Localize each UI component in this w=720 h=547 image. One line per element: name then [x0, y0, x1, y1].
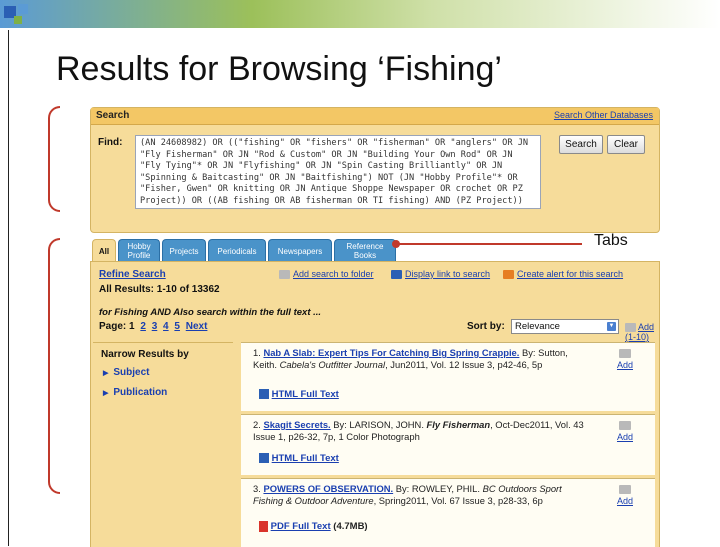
tab-newspapers[interactable]: Newspapers — [268, 239, 332, 262]
tab-reference-books[interactable]: Reference Books — [334, 239, 396, 262]
folder-icon — [619, 485, 631, 494]
result-title-link[interactable]: Nab A Slab: Expert Tips For Catching Big… — [263, 347, 519, 358]
result-number: 3. — [253, 483, 261, 494]
sort-by-label: Sort by: — [467, 321, 505, 332]
display-link-search-link[interactable]: Display link to search — [405, 269, 490, 279]
result-title-link[interactable]: POWERS OF OBSERVATION. — [263, 483, 393, 494]
page-link[interactable]: 4 — [163, 321, 169, 332]
full-text[interactable]: PDF Full Text (4.7MB) — [259, 521, 368, 532]
folder-icon — [279, 269, 290, 279]
result-details: , Jun2011, Vol. 12 Issue 3, p42-46, 5p — [385, 359, 543, 370]
slide-title: Results for Browsing ‘Fishing’ — [56, 50, 502, 88]
result-item: 2. Skagit Secrets. By: LARISON, JOHN. Fl… — [241, 414, 655, 475]
slide-accent-square — [18, 4, 28, 14]
add-link[interactable]: Add — [617, 496, 633, 506]
full-text-link[interactable]: PDF Full Text — [271, 521, 331, 532]
add-range[interactable]: Add (1-10) — [625, 322, 659, 342]
chevron-down-icon: ▼ — [607, 322, 616, 331]
slide-accent-square — [14, 16, 22, 24]
find-label: Find: — [98, 137, 123, 148]
add-search-folder[interactable]: Add search to folder — [279, 269, 374, 279]
search-bracket — [48, 106, 60, 212]
search-panel: Search Search Other Databases Find: (AN … — [90, 107, 660, 233]
pagination: Page: 1 2 3 4 5 Next — [99, 321, 207, 332]
folder-icon — [625, 323, 636, 333]
result-item: 1. Nab A Slab: Expert Tips For Catching … — [241, 342, 655, 411]
full-text[interactable]: HTML Full Text — [259, 453, 339, 464]
slide-accent-bar — [0, 0, 720, 28]
alert-rss-icon — [503, 269, 514, 279]
page-link[interactable]: 2 — [140, 321, 146, 332]
results-panel: Refine Search All Results: 1-10 of 13362… — [90, 261, 660, 547]
result-author: By: LARISON, JOHN. — [330, 419, 427, 430]
callout-arrow-line — [396, 243, 582, 245]
narrow-results-panel: Narrow Results by Subject Publication — [93, 342, 233, 543]
sort-by-value: Relevance — [515, 321, 560, 332]
narrow-results-heading: Narrow Results by — [101, 349, 189, 360]
create-alert[interactable]: Create alert for this search — [503, 269, 623, 279]
tab-periodicals[interactable]: Periodicals — [208, 239, 266, 262]
results-count: All Results: 1-10 of 13362 — [99, 284, 220, 295]
html-icon — [259, 453, 269, 464]
folder-icon — [619, 349, 631, 358]
result-text: 3. POWERS OF OBSERVATION. By: ROWLEY, PH… — [253, 483, 591, 507]
search-panel-header: Search Search Other Databases — [91, 108, 659, 125]
add-search-folder-link[interactable]: Add search to folder — [293, 269, 374, 279]
clear-button[interactable]: Clear — [607, 135, 645, 154]
link-icon — [391, 269, 402, 279]
result-text: 1. Nab A Slab: Expert Tips For Catching … — [253, 347, 591, 371]
page-link[interactable]: 3 — [152, 321, 158, 332]
full-text-link[interactable]: HTML Full Text — [272, 453, 339, 464]
result-text: 2. Skagit Secrets. By: LARISON, JOHN. Fl… — [253, 419, 591, 443]
add-link[interactable]: Add — [617, 432, 633, 442]
result-source: Fly Fisherman — [426, 419, 491, 430]
search-for-line: for Fishing AND Also search within the f… — [99, 307, 322, 318]
refine-search-link[interactable]: Refine Search — [99, 269, 166, 280]
result-source: Cabela's Outfitter Journal — [279, 359, 386, 370]
tabs-bracket — [48, 238, 60, 494]
tab-hobby-profile[interactable]: Hobby Profile — [118, 239, 160, 262]
result-number: 2. — [253, 419, 261, 430]
result-item: 3. POWERS OF OBSERVATION. By: ROWLEY, PH… — [241, 478, 655, 547]
add-to-folder[interactable]: Add — [613, 421, 637, 442]
tab-projects[interactable]: Projects — [162, 239, 206, 262]
result-details: , Spring2011, Vol. 67 Issue 3, p28-33, 6… — [373, 495, 543, 506]
narrow-publication[interactable]: Publication — [103, 387, 167, 398]
next-page-link[interactable]: Next — [186, 321, 208, 332]
add-link[interactable]: Add — [617, 360, 633, 370]
display-link-search[interactable]: Display link to search — [391, 269, 490, 279]
add-to-folder[interactable]: Add — [613, 349, 637, 370]
result-number: 1. — [253, 347, 261, 358]
create-alert-link[interactable]: Create alert for this search — [517, 269, 623, 279]
page-label: Page: 1 — [99, 321, 135, 332]
result-author: By: ROWLEY, PHIL. — [393, 483, 483, 494]
add-to-folder[interactable]: Add — [613, 485, 637, 506]
result-title-link[interactable]: Skagit Secrets. — [263, 419, 330, 430]
folder-icon — [619, 421, 631, 430]
html-icon — [259, 389, 269, 400]
tabs-callout-label: Tabs — [594, 232, 628, 249]
search-header-label: Search — [96, 110, 130, 121]
tab-all[interactable]: All — [92, 239, 116, 263]
narrow-subject[interactable]: Subject — [103, 367, 149, 378]
search-button[interactable]: Search — [559, 135, 603, 154]
file-size: (4.7MB) — [333, 521, 368, 533]
sort-by-select[interactable]: Relevance ▼ — [511, 319, 619, 334]
search-query-textarea[interactable]: (AN 24608982) OR (("fishing" OR "fishers… — [135, 135, 541, 209]
pdf-icon — [259, 521, 268, 532]
full-text-link[interactable]: HTML Full Text — [272, 389, 339, 400]
page-link[interactable]: 5 — [174, 321, 180, 332]
search-other-databases-link[interactable]: Search Other Databases — [554, 110, 653, 120]
slide-divider — [8, 30, 9, 546]
full-text[interactable]: HTML Full Text — [259, 389, 339, 400]
